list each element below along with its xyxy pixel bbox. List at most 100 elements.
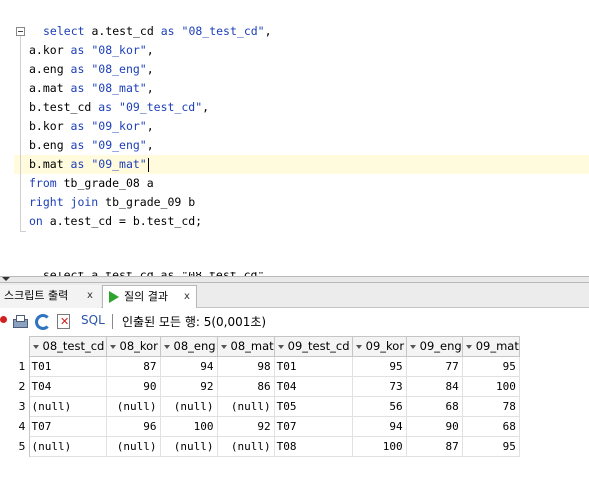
editor-gutter (0, 0, 14, 276)
table-cell[interactable]: 95 (461, 436, 520, 457)
table-cell[interactable]: 68 (405, 396, 463, 417)
editor-results-splitter[interactable] (0, 276, 589, 283)
table-cell[interactable]: (null) (216, 436, 275, 457)
tab-script-output[interactable]: 스크립트 출력 x (0, 285, 101, 308)
table-cell[interactable]: 90 (405, 416, 463, 437)
code-line[interactable]: b.mat as "09_mat" (29, 155, 149, 174)
code-line[interactable]: b.test_cd as "09_test_cd", (29, 98, 209, 117)
code-line[interactable]: a.mat as "08_mat", (29, 79, 154, 98)
toolbar-separator (112, 314, 113, 329)
column-header[interactable]: 09_mat (461, 336, 520, 357)
table-cell[interactable]: 84 (405, 376, 463, 397)
code-line[interactable]: a.kor as "08_kor", (29, 41, 154, 60)
table-cell[interactable]: 78 (461, 396, 520, 417)
table-cell[interactable]: 68 (461, 416, 520, 437)
table-cell[interactable]: T01 (273, 356, 353, 377)
table-row[interactable]: 3 (null) (null) (null) (null) T05 56 68 78 (0, 396, 520, 417)
table-cell[interactable]: 94 (159, 356, 218, 377)
sort-arrow-icon[interactable] (220, 344, 227, 349)
table-cell[interactable]: (null) (105, 396, 161, 417)
text-caret (147, 157, 149, 172)
sql-editor[interactable]: select a.test_cd as "08_test_cd", a.kor a… (0, 0, 589, 276)
table-cell[interactable]: T07 (273, 416, 353, 437)
table-row[interactable]: 4 T07 96 100 92 T07 94 90 68 (0, 416, 520, 437)
sort-arrow-icon[interactable] (355, 344, 362, 349)
code-line[interactable]: a.eng as "08_eng", (29, 60, 154, 79)
tab-query-result[interactable]: 질의 결과 x (102, 285, 197, 308)
table-cell[interactable]: T05 (273, 396, 353, 417)
table-row[interactable]: 2 T04 90 92 86 T04 73 84 100 (0, 376, 520, 397)
column-header[interactable]: 09_eng (405, 336, 463, 357)
table-cell[interactable]: T07 (28, 416, 107, 437)
table-cell[interactable]: (null) (28, 436, 107, 457)
code-line[interactable]: right join tb_grade_09 b (29, 193, 195, 212)
table-cell[interactable]: 73 (351, 376, 407, 397)
table-cell[interactable]: T04 (28, 376, 107, 397)
row-number: 3 (0, 396, 30, 417)
table-cell[interactable]: 92 (159, 376, 218, 397)
table-cell[interactable]: 98 (216, 356, 275, 377)
sort-arrow-icon[interactable] (409, 344, 416, 349)
table-cell[interactable]: 77 (405, 356, 463, 377)
table-cell[interactable]: (null) (28, 396, 107, 417)
column-header[interactable]: 08_mat (216, 336, 275, 357)
tab-query-result-label: 질의 결과 (124, 290, 168, 303)
refresh-icon[interactable] (34, 313, 51, 330)
code-line[interactable]: on a.test_cd = b.test_cd; (29, 212, 202, 231)
column-header-label: 08_test_cd (42, 339, 105, 353)
pin-icon[interactable] (0, 313, 12, 329)
table-cell[interactable]: T01 (28, 356, 107, 377)
table-cell[interactable]: (null) (105, 436, 161, 457)
table-cell[interactable]: (null) (159, 436, 218, 457)
column-header[interactable]: 08_eng (159, 336, 218, 357)
table-cell[interactable]: 96 (105, 416, 161, 437)
column-header-label: 08_eng (173, 339, 216, 353)
table-row[interactable]: 1 T01 87 94 98 T01 95 77 95 (0, 356, 520, 377)
table-cell[interactable]: 95 (461, 356, 520, 377)
close-icon[interactable]: x (87, 285, 93, 307)
column-header[interactable]: 08_test_cd (28, 336, 107, 357)
column-header-label: 08_mat (230, 339, 274, 353)
sort-arrow-icon[interactable] (109, 344, 116, 349)
code-line[interactable]: from tb_grade_08 a (29, 174, 154, 193)
table-row[interactable]: 5 (null) (null) (null) (null) T08 100 87 95 (0, 436, 520, 457)
rows-fetched-status: 인출된 모든 행: 5(0,001초) (122, 315, 267, 329)
table-cell[interactable]: 56 (351, 396, 407, 417)
row-number-header (0, 336, 30, 357)
column-header-label: 09_mat (475, 339, 519, 353)
table-cell[interactable]: 86 (216, 376, 275, 397)
print-icon[interactable] (12, 313, 28, 329)
clear-results-icon[interactable] (56, 313, 72, 329)
close-icon[interactable]: x (184, 286, 190, 308)
table-cell[interactable]: 100 (461, 376, 520, 397)
query-result-grid[interactable]: 08_test_cd 08_kor 08_eng 08_mat 09_test_cd 09… (0, 336, 520, 457)
table-cell[interactable]: 94 (351, 416, 407, 437)
table-cell[interactable]: 90 (105, 376, 161, 397)
column-header[interactable]: 09_kor (351, 336, 407, 357)
grid-body: 1 T01 87 94 98 T01 95 77 95 2 T04 90 92 86 T04 73 84 100 3… (0, 356, 520, 457)
code-line[interactable]: select a.test_cd as "08_test_cd", (43, 22, 272, 41)
table-cell[interactable]: 95 (351, 356, 407, 377)
table-cell[interactable]: 100 (351, 436, 407, 457)
table-cell[interactable]: T04 (273, 376, 353, 397)
column-header[interactable]: 08_kor (105, 336, 161, 357)
sort-arrow-icon[interactable] (32, 344, 39, 349)
row-number: 4 (0, 416, 30, 437)
sort-arrow-icon[interactable] (277, 344, 284, 349)
column-header[interactable]: 09_test_cd (273, 336, 353, 357)
table-cell[interactable]: (null) (216, 396, 275, 417)
code-line[interactable]: b.kor as "09_kor", (29, 117, 154, 136)
table-cell[interactable]: T08 (273, 436, 353, 457)
sort-arrow-icon[interactable] (163, 344, 170, 349)
table-cell[interactable]: 87 (105, 356, 161, 377)
fold-collapse-icon[interactable] (16, 27, 25, 36)
sort-arrow-icon[interactable] (465, 344, 472, 349)
table-cell[interactable]: 92 (216, 416, 275, 437)
collapse-arrow-icon[interactable] (2, 277, 10, 281)
table-cell[interactable]: 87 (405, 436, 463, 457)
tab-script-output-label: 스크립트 출력 (4, 289, 69, 302)
table-cell[interactable]: 100 (159, 416, 218, 437)
code-line[interactable]: b.eng as "09_eng", (29, 136, 154, 155)
sql-button[interactable]: SQL (81, 313, 105, 327)
table-cell[interactable]: (null) (159, 396, 218, 417)
